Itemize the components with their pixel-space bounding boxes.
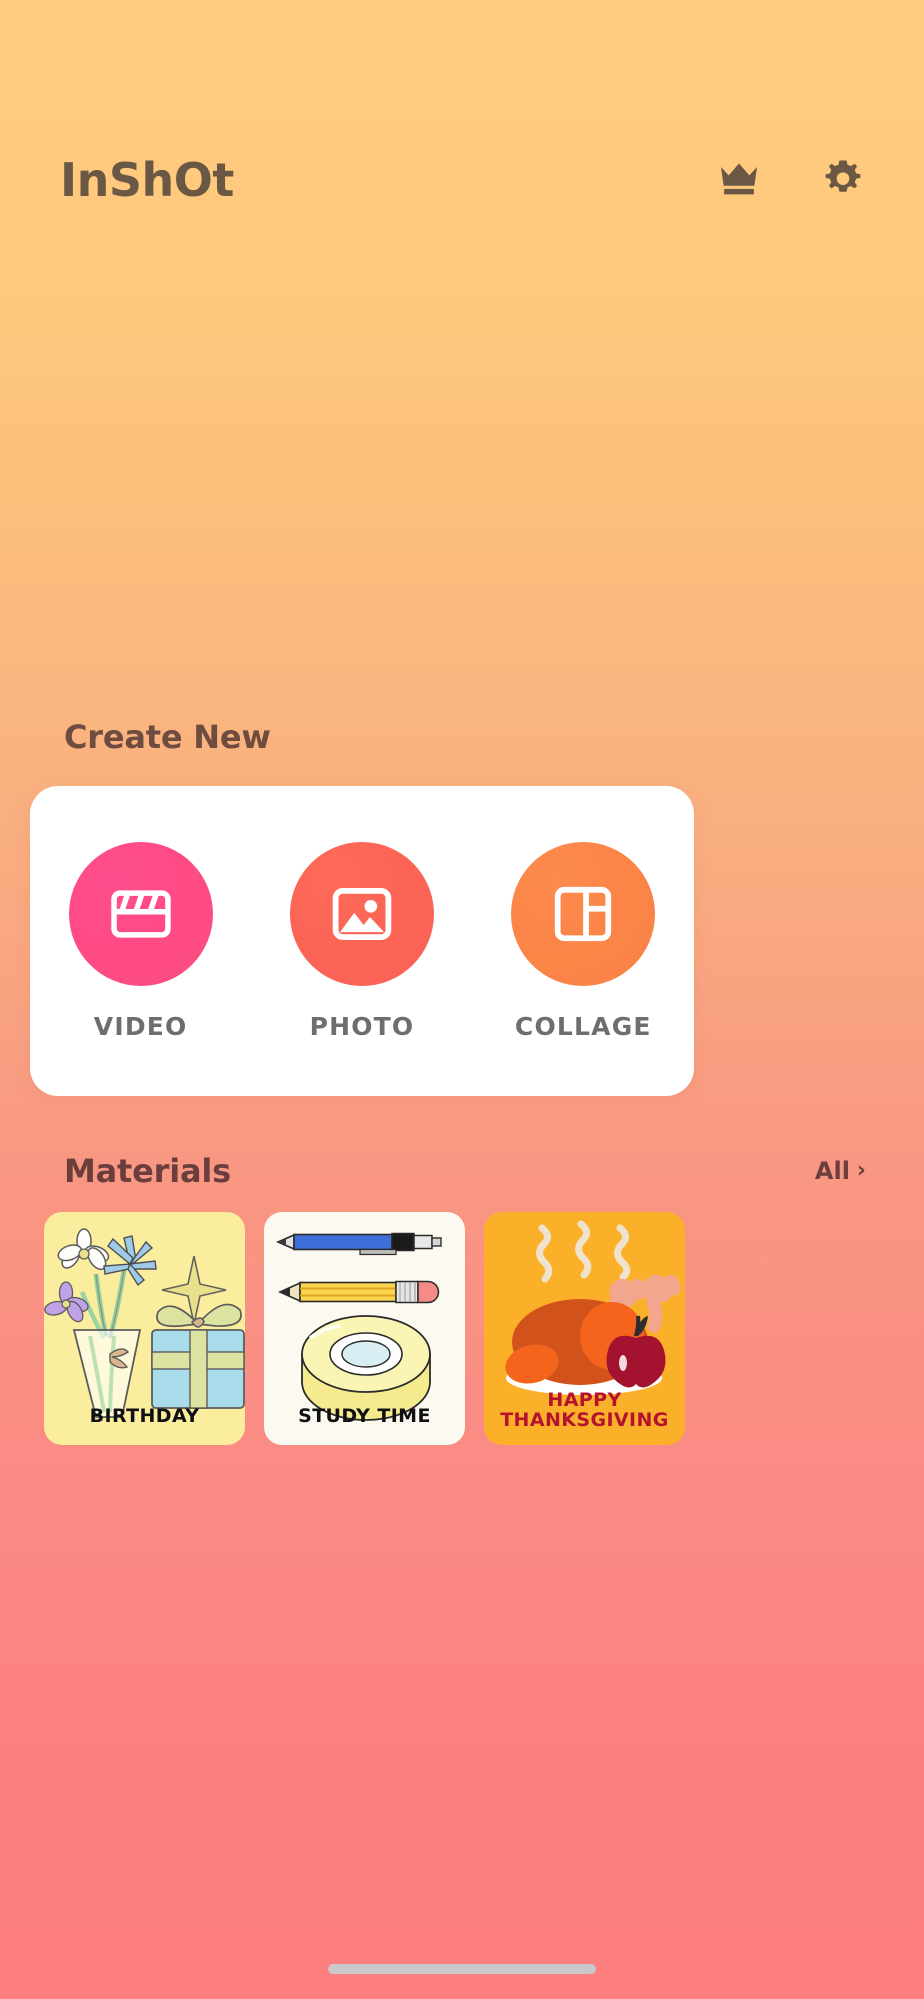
create-photo-button[interactable]: PHOTO xyxy=(267,841,457,1041)
gear-icon[interactable] xyxy=(820,157,866,203)
material-card-birthday-label: BIRTHDAY xyxy=(89,1405,200,1428)
create-collage-button[interactable]: COLLAGE xyxy=(488,841,678,1041)
app-logo: InShOt xyxy=(60,153,234,207)
materials-section-title: Materials xyxy=(64,1152,231,1190)
home-indicator[interactable] xyxy=(328,1964,596,1974)
collage-grid-icon xyxy=(550,881,616,947)
create-collage-label: COLLAGE xyxy=(514,1011,652,1041)
collage-icon-circle xyxy=(511,841,656,986)
material-card-thanksgiving-label: HAPPY THANKSGIVING xyxy=(500,1388,669,1432)
header-actions xyxy=(716,157,866,203)
image-icon xyxy=(329,881,395,947)
create-photo-label: PHOTO xyxy=(309,1011,415,1041)
material-card-thanksgiving[interactable]: HAPPY THANKSGIVING xyxy=(484,1212,685,1445)
app-header: InShOt xyxy=(0,140,924,220)
materials-all-link[interactable]: All › xyxy=(815,1157,866,1185)
chevron-right-icon: › xyxy=(856,1158,866,1183)
create-new-card: VIDEO PHOTO COLLAGE xyxy=(30,786,694,1096)
clapperboard-icon xyxy=(108,881,174,947)
material-card-study-time[interactable]: STUDY TIME xyxy=(264,1212,465,1445)
create-new-section-title: Create New xyxy=(64,718,271,756)
video-icon-circle xyxy=(68,841,213,986)
material-card-study-time-label: STUDY TIME xyxy=(298,1405,431,1428)
materials-list: BIRTHDAY STUDY TIME HAPPY THANKSGIVING xyxy=(44,1212,685,1445)
material-card-birthday[interactable]: BIRTHDAY xyxy=(44,1212,245,1445)
crown-icon[interactable] xyxy=(716,157,762,203)
create-video-label: VIDEO xyxy=(93,1011,188,1041)
photo-icon-circle xyxy=(289,841,434,986)
create-video-button[interactable]: VIDEO xyxy=(46,841,236,1041)
materials-all-label: All xyxy=(814,1157,850,1185)
